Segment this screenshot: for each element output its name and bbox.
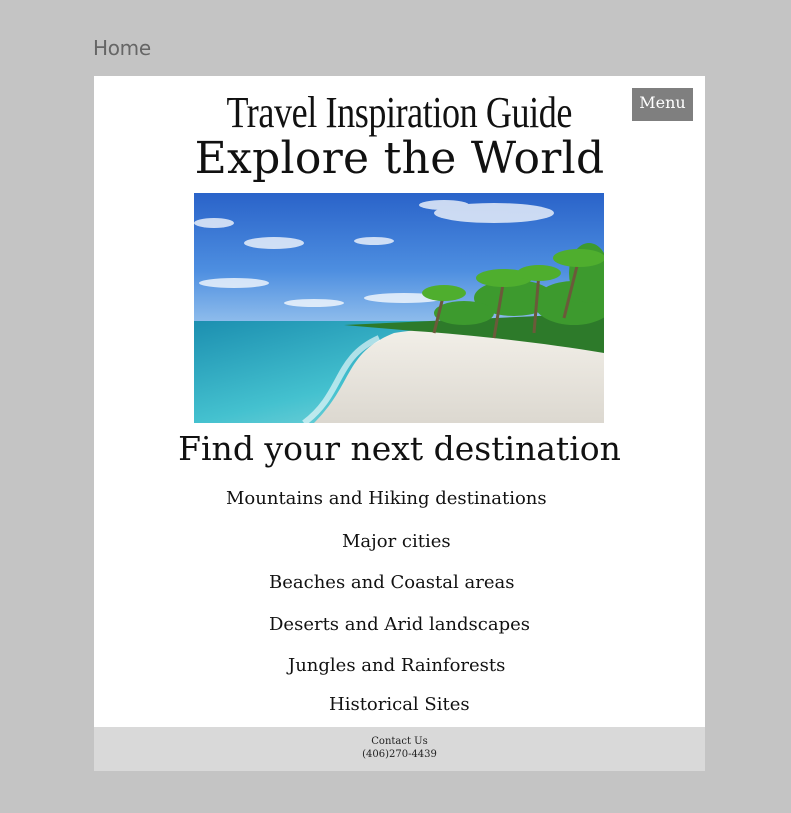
destination-beaches-link[interactable]: Beaches and Coastal areas bbox=[269, 571, 514, 595]
destination-deserts-link[interactable]: Deserts and Arid landscapes bbox=[269, 613, 530, 637]
home-page: Travel Inspiration Guide Menu Explore th… bbox=[94, 76, 705, 771]
destinations-heading: Find your next destination bbox=[178, 429, 621, 468]
menu-button[interactable]: Menu bbox=[632, 88, 693, 121]
contact-us-link[interactable]: Contact Us bbox=[94, 735, 705, 748]
hero-beach-image bbox=[194, 193, 604, 423]
destination-mountains-link[interactable]: Mountains and Hiking destinations bbox=[226, 487, 547, 511]
contact-phone: (406)270-4439 bbox=[362, 749, 437, 760]
hero-title: Explore the World bbox=[194, 133, 605, 184]
site-title: Travel Inspiration Guide bbox=[226, 88, 573, 137]
frame-label: Home bbox=[93, 36, 151, 60]
destination-jungles-link[interactable]: Jungles and Rainforests bbox=[288, 654, 505, 678]
destination-historical-link[interactable]: Historical Sites bbox=[329, 693, 470, 717]
destination-cities-link[interactable]: Major cities bbox=[342, 530, 451, 554]
footer: Contact Us (406)270-4439 bbox=[94, 727, 705, 771]
